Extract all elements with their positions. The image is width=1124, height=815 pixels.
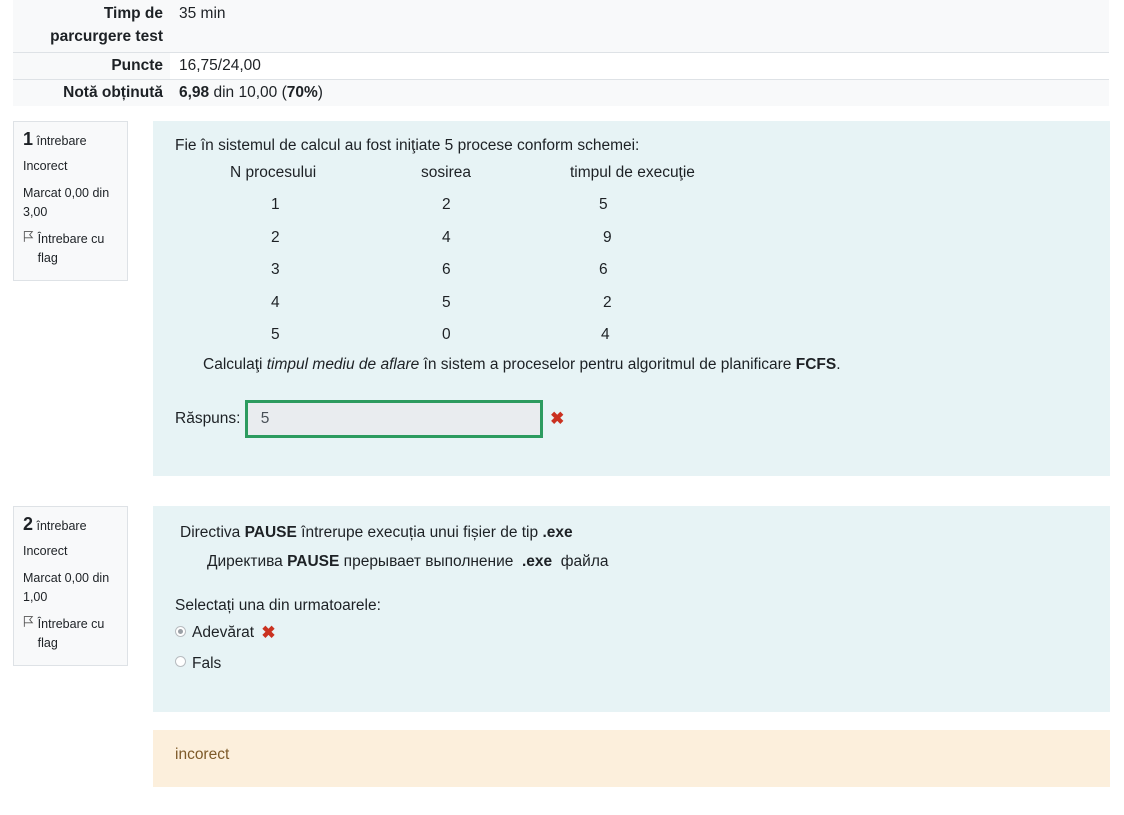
table-cell: 0: [442, 326, 451, 344]
question-number: 1: [23, 129, 34, 149]
table-cell: 2: [603, 293, 612, 311]
answer-option-false[interactable]: Fals: [175, 655, 1088, 673]
table-row: 2 4 9: [230, 222, 730, 255]
feedback-box: incorect: [153, 730, 1110, 787]
summary-row-time: Timp de parcurgere test 35 min: [13, 0, 1109, 53]
table-cell: 5: [599, 196, 608, 214]
feedback-text: incorect: [175, 746, 230, 763]
flag-question-link[interactable]: Întrebare cu flag: [23, 230, 118, 268]
summary-time-value: 35 min: [170, 0, 1109, 52]
table-cell: 4: [601, 326, 610, 344]
table-cell: 3: [271, 261, 280, 279]
question-status: Incorect: [23, 544, 68, 558]
column-header: timpul de execuţie: [570, 164, 695, 181]
column-header: sosirea: [421, 164, 471, 181]
answer-label: Răspuns:: [175, 409, 241, 427]
table-header-row: N procesului sosirea timpul de execuţie: [230, 157, 730, 189]
attempt-summary: Timp de parcurgere test 35 min Puncte 16…: [13, 0, 1109, 106]
table-row: 5 0 4: [230, 319, 730, 352]
summary-grade-label: Notă obținută: [63, 84, 163, 101]
question-word: întrebare: [36, 134, 87, 148]
summary-grade-value: 6,98 din 10,00 (70%): [170, 80, 1109, 106]
radio-icon[interactable]: [175, 625, 186, 637]
cross-icon: ✖: [261, 623, 276, 642]
table-row: 3 6 6: [230, 254, 730, 287]
summary-row-points: Puncte 16,75/24,00: [13, 53, 1109, 80]
question-1-intro: Fie în sistemul de calcul au fost iniţia…: [175, 137, 640, 154]
table-cell: 5: [271, 326, 280, 344]
table-cell: 6: [442, 261, 451, 279]
question-word: întrebare: [36, 519, 87, 533]
question-2-content: Directiva PAUSE întrerupe execuția unui …: [153, 506, 1110, 712]
question-marks: Marcat 0,00 din 1,00: [23, 571, 110, 604]
table-cell: 4: [442, 228, 451, 246]
question-1-task: Calculaţi timpul mediu de aflare în sist…: [203, 355, 841, 373]
process-table: N procesului sosirea timpul de execuţie …: [230, 157, 730, 352]
table-cell: 6: [599, 261, 608, 279]
question-2-info: 2 întrebare Incorect Marcat 0,00 din 1,0…: [13, 506, 128, 666]
question-marks: Marcat 0,00 din 3,00: [23, 186, 110, 219]
summary-points-value: 16,75/24,00: [170, 53, 1109, 79]
question-2-prompt: Selectați una din urmatoarele:: [175, 597, 381, 614]
question-1-info: 1 întrebare Incorect Marcat 0,00 din 3,0…: [13, 121, 128, 281]
summary-row-grade: Notă obținută 6,98 din 10,00 (70%): [13, 80, 1109, 106]
answer-option-true[interactable]: Adevărat ✖: [175, 623, 1088, 643]
flag-icon: [23, 616, 34, 627]
radio-icon[interactable]: [175, 656, 186, 668]
table-cell: 4: [271, 293, 280, 311]
table-cell: 2: [271, 228, 280, 246]
table-cell: 5: [442, 293, 451, 311]
question-2-text-ro: Directiva PAUSE întrerupe execuția unui …: [180, 524, 573, 541]
flag-icon: [23, 231, 34, 242]
question-2-text-ru: Директива PAUSE прерывает выполнение .ex…: [207, 553, 609, 570]
table-row: 4 5 2: [230, 287, 730, 320]
table-row: 1 2 5: [230, 189, 730, 222]
summary-points-label: Puncte: [111, 57, 163, 74]
question-status: Incorect: [23, 159, 68, 173]
question-1-content: Fie în sistemul de calcul au fost iniţia…: [153, 121, 1110, 476]
answer-row: Răspuns: 5 ✖: [175, 399, 1088, 438]
summary-time-label: Timp de parcurgere test: [50, 5, 163, 45]
table-cell: 2: [442, 196, 451, 214]
table-cell: 1: [271, 196, 280, 214]
cross-icon: ✖: [550, 408, 565, 428]
answer-input[interactable]: 5: [244, 399, 543, 438]
flag-question-link[interactable]: Întrebare cu flag: [23, 615, 118, 653]
table-cell: 9: [603, 228, 612, 246]
question-number: 2: [23, 514, 34, 534]
column-header: N procesului: [230, 164, 317, 181]
